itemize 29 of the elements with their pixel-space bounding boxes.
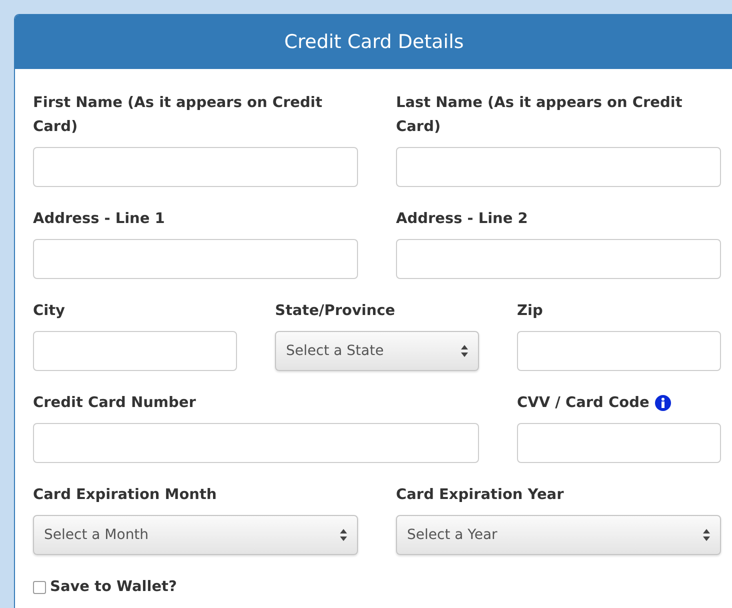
checkbox-label: Save to Wallet? <box>50 578 177 597</box>
input-field[interactable] <box>517 331 721 371</box>
input-field[interactable] <box>517 423 721 463</box>
dropdown[interactable]: Select a Year <box>396 515 721 555</box>
input-field[interactable] <box>33 423 479 463</box>
field-label: Address - Line 2 <box>396 210 528 229</box>
dropdown[interactable]: Select a Month <box>33 515 358 555</box>
checkbox[interactable] <box>33 580 46 594</box>
input-field[interactable] <box>33 239 358 279</box>
field-label: Last Name (As it appears on Credit Card) <box>396 94 684 137</box>
field-label: CVV / Card Code <box>517 394 650 413</box>
field-label: City <box>33 302 65 321</box>
input-field[interactable] <box>33 147 358 187</box>
field-label: Card Expiration Year <box>396 486 564 505</box>
input-field[interactable] <box>396 239 721 279</box>
dropdown-arrows-icon <box>340 529 347 541</box>
input-field[interactable] <box>33 331 237 371</box>
dropdown-arrows-icon <box>461 345 468 357</box>
field-label: Address - Line 1 <box>33 210 165 229</box>
dropdown-arrows-icon <box>703 529 710 541</box>
field-label: First Name (As it appears on Credit Card) <box>33 94 324 137</box>
field-label: State/Province <box>275 302 396 321</box>
dropdown[interactable]: Select a State <box>275 331 479 371</box>
panel-title: Credit Card Details <box>284 31 464 53</box>
field-label: Credit Card Number <box>33 394 196 413</box>
info-icon[interactable] <box>655 395 672 411</box>
input-field[interactable] <box>396 147 721 187</box>
field-label: Card Expiration Month <box>33 486 217 505</box>
field-label: Zip <box>517 302 543 321</box>
